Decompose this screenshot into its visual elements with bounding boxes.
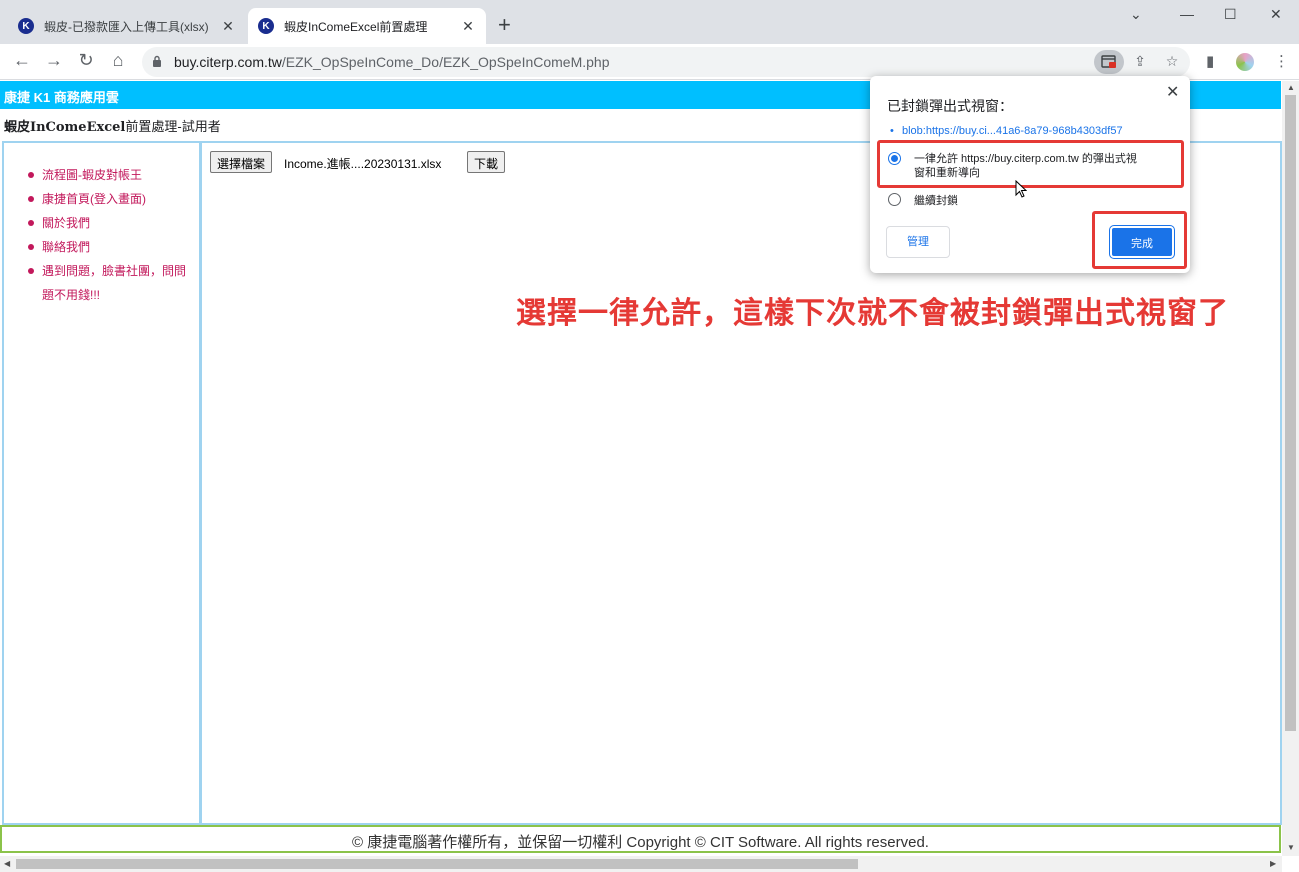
sidebar-item-about[interactable]: 關於我們 <box>28 211 191 235</box>
scroll-left-icon[interactable]: ◀ <box>4 859 10 868</box>
profile-avatar[interactable] <box>1236 53 1254 71</box>
horizontal-scroll-thumb[interactable] <box>16 859 858 869</box>
close-window-icon[interactable]: ✕ <box>1270 6 1282 23</box>
close-tab-icon[interactable]: ✕ <box>460 18 476 35</box>
side-panel-icon[interactable]: ▮ <box>1206 52 1214 70</box>
selected-file-name: Income.進帳....20230131.xlsx <box>284 157 442 171</box>
reload-icon[interactable]: ↻ <box>74 50 98 71</box>
dialog-title: 已封鎖彈出式視窗： <box>887 98 1013 114</box>
address-bar[interactable]: buy.citerp.com.tw/EZK_OpSpeInCome_Do/EZK… <box>142 47 1190 77</box>
annotation-text: 選擇一律允許，這樣下次就不會被封鎖彈出式視窗了 <box>516 297 1229 330</box>
url-text: buy.citerp.com.tw/EZK_OpSpeInCome_Do/EZK… <box>174 54 610 70</box>
scroll-down-icon[interactable]: ▼ <box>1287 843 1295 852</box>
popup-blocked-dialog: 已封鎖彈出式視窗： ✕ blob:https://buy.ci...41a6-8… <box>870 76 1190 273</box>
tab-income-excel[interactable]: K 蝦皮InComeExcel前置處理 ✕ <box>248 8 486 44</box>
download-button[interactable]: 下載 <box>467 151 506 173</box>
option-block-label[interactable]: 繼續封鎖 <box>914 194 958 208</box>
scroll-right-icon[interactable]: ▶ <box>1270 859 1276 868</box>
tab-title: 蝦皮-已撥款匯入上傳工具(xlsx) <box>44 19 209 34</box>
k1-favicon-icon: K <box>18 18 34 34</box>
option-allow-label[interactable]: 一律允許 https://buy.citerp.com.tw 的彈出式視 窗和重新… <box>914 152 1176 180</box>
lock-icon <box>153 55 161 67</box>
bookmark-star-icon[interactable]: ☆ <box>1162 53 1182 71</box>
footer: © 康捷電腦著作權所有，並保留一切權利 Copyright © CIT Soft… <box>0 825 1281 853</box>
popup-blocked-indicator[interactable] <box>1094 50 1124 74</box>
close-tab-icon[interactable]: ✕ <box>220 18 236 35</box>
sidebar: 流程圖-蝦皮對帳王 康捷首頁(登入畫面) 關於我們 聯絡我們 遇到問題，臉書社團… <box>2 141 201 825</box>
k1-favicon-icon: K <box>258 18 274 34</box>
sidebar-item-contact[interactable]: 聯絡我們 <box>28 235 191 259</box>
manage-button[interactable]: 管理 <box>886 226 950 258</box>
radio-keep-blocking[interactable] <box>888 193 901 206</box>
forward-icon[interactable]: → <box>42 50 66 71</box>
mouse-cursor-icon <box>1015 180 1027 198</box>
sidebar-item-facebook[interactable]: 遇到問題，臉書社團，問問 題不用錢!!! <box>28 259 191 307</box>
tab-shopee-upload[interactable]: K 蝦皮-已撥款匯入上傳工具(xlsx) ✕ <box>8 8 246 44</box>
sidebar-item-flowchart[interactable]: 流程圖-蝦皮對帳王 <box>28 163 191 187</box>
minimize-icon[interactable]: — <box>1180 6 1194 22</box>
share-icon[interactable]: ⇪ <box>1130 53 1150 71</box>
sidebar-item-home[interactable]: 康捷首頁(登入畫面) <box>28 187 191 211</box>
horizontal-scrollbar[interactable]: ◀ ▶ <box>0 856 1282 872</box>
done-button[interactable]: 完成 <box>1109 225 1175 259</box>
maximize-icon[interactable]: ☐ <box>1224 6 1237 23</box>
back-icon[interactable]: ← <box>10 50 34 71</box>
blocked-popup-link[interactable]: blob:https://buy.ci...41a6-8a79-968b4303… <box>890 125 1123 137</box>
close-icon[interactable]: ✕ <box>1166 82 1179 102</box>
vertical-scrollbar[interactable]: ▲ ▼ <box>1282 81 1299 856</box>
browser-toolbar: ← → ↻ ⌂ buy.citerp.com.tw/EZK_OpSpeInCom… <box>0 44 1299 80</box>
tab-title: 蝦皮InComeExcel前置處理 <box>284 19 428 34</box>
choose-file-button[interactable]: 選擇檔案 <box>210 151 273 173</box>
vertical-scroll-thumb[interactable] <box>1285 95 1296 731</box>
menu-icon[interactable]: ⋮ <box>1274 52 1289 70</box>
home-icon[interactable]: ⌂ <box>106 50 130 71</box>
tab-search-icon[interactable]: ⌄ <box>1130 6 1142 23</box>
new-tab-button[interactable]: + <box>498 14 511 36</box>
tab-strip: K 蝦皮-已撥款匯入上傳工具(xlsx) ✕ K 蝦皮InComeExcel前置… <box>0 0 1299 44</box>
page-title: 蝦皮InComeExcel前置處理-試用者 <box>4 119 221 135</box>
popup-blocked-icon <box>1101 55 1116 68</box>
scroll-up-icon[interactable]: ▲ <box>1287 83 1295 92</box>
radio-allow[interactable] <box>888 152 901 165</box>
